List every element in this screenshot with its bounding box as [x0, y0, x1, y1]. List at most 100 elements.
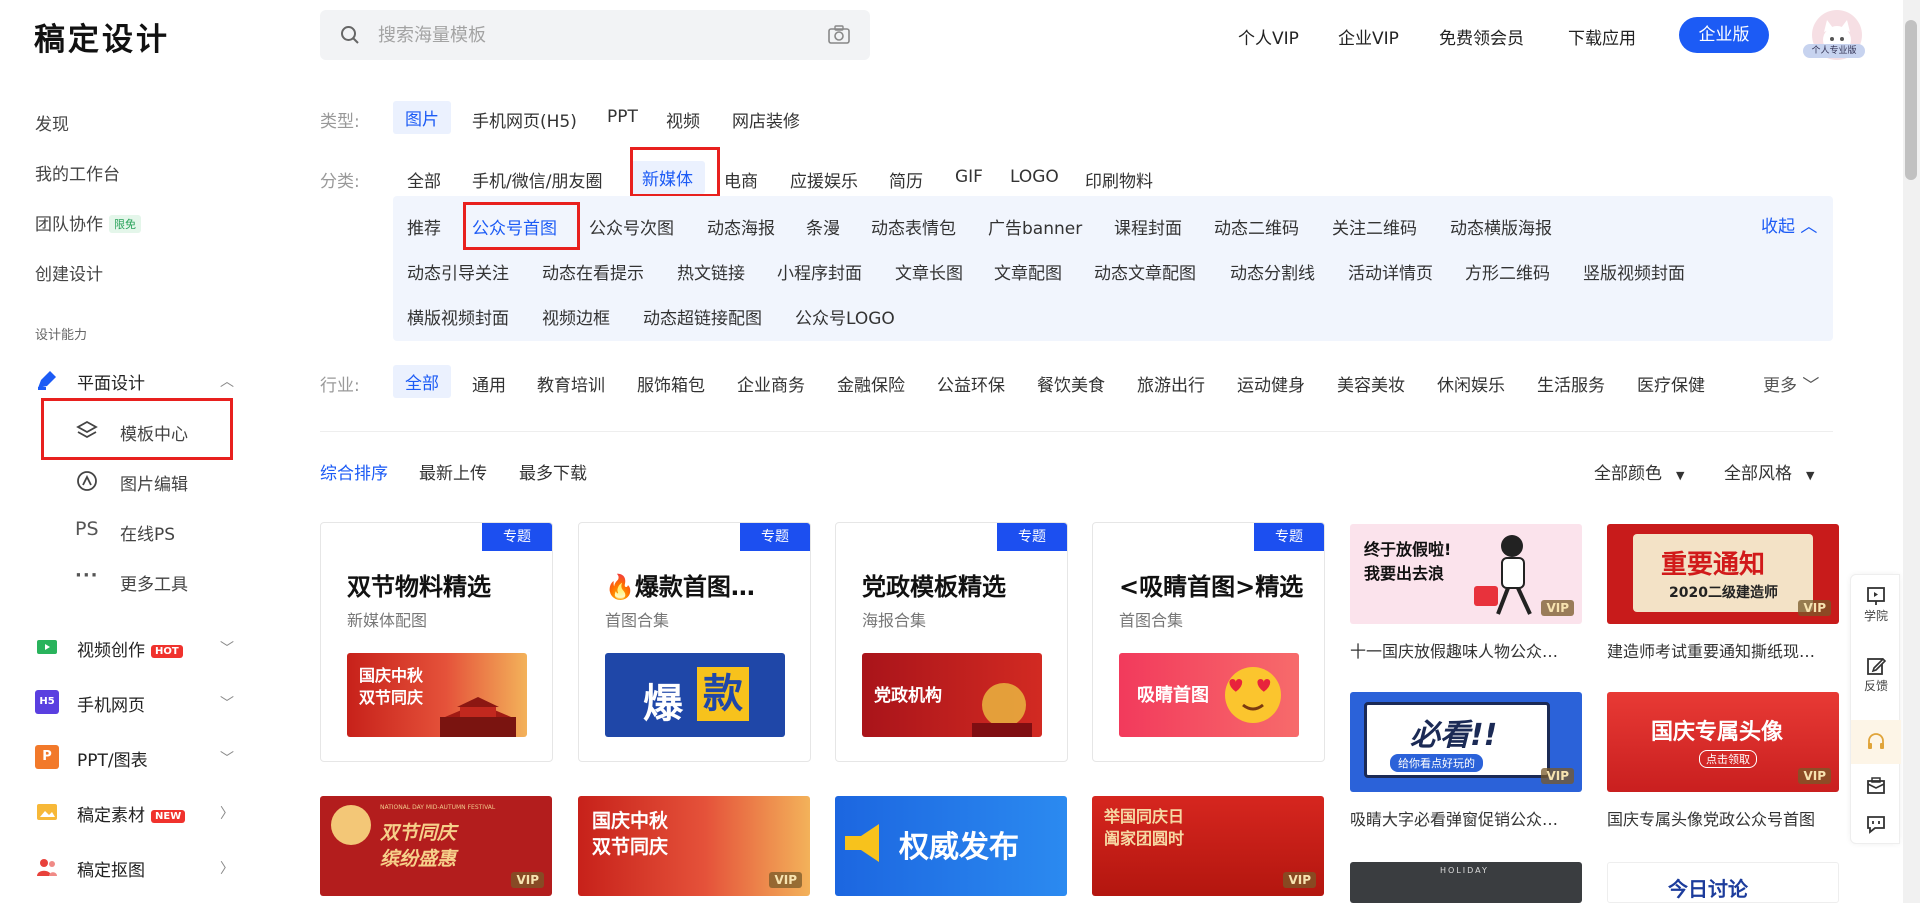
- camera-icon[interactable]: [828, 25, 850, 45]
- subcategory-chip[interactable]: 广告banner: [988, 214, 1082, 239]
- subcategory-chip[interactable]: 条漫: [806, 214, 840, 239]
- industry-chip[interactable]: 金融保险: [837, 371, 905, 396]
- type-chip-h5[interactable]: 手机网页(H5): [472, 107, 577, 132]
- industry-chip[interactable]: 旅游出行: [1137, 371, 1205, 396]
- sidebar-sub-more-tools[interactable]: ··· 更多工具: [75, 565, 225, 595]
- subcategory-chip[interactable]: 动态海报: [707, 214, 775, 239]
- subcategory-chip[interactable]: 动态横版海报: [1450, 214, 1552, 239]
- type-chip-video[interactable]: 视频: [666, 107, 700, 132]
- subcategory-chip[interactable]: 热文链接: [677, 259, 745, 284]
- sort-most-downloads[interactable]: 最多下载: [519, 459, 587, 484]
- subcategory-chip[interactable]: 文章配图: [994, 259, 1062, 284]
- nav-personal-vip[interactable]: 个人VIP: [1238, 24, 1299, 49]
- support-button[interactable]: [1851, 720, 1901, 764]
- category-chip-resume[interactable]: 简历: [889, 167, 923, 192]
- color-dropdown[interactable]: 全部颜色 ▼: [1594, 459, 1684, 484]
- nav-download-app[interactable]: 下载应用: [1568, 24, 1636, 49]
- template-tile[interactable]: 今日讨论: [1607, 862, 1839, 903]
- subcategory-chip[interactable]: 动态超链接配图: [643, 304, 762, 329]
- subcategory-chip[interactable]: 文章长图: [895, 259, 963, 284]
- sidebar-group-cutout[interactable]: 稿定抠图 〉: [35, 855, 235, 881]
- subcategory-chip[interactable]: 动态分割线: [1230, 259, 1315, 284]
- subcategory-chip[interactable]: 动态引导关注: [407, 259, 509, 284]
- scrollbar-thumb[interactable]: [1905, 20, 1917, 180]
- industry-chip[interactable]: 美容美妆: [1337, 371, 1405, 396]
- subcategory-chip[interactable]: 活动详情页: [1348, 259, 1433, 284]
- search-input[interactable]: [378, 20, 798, 50]
- template-card[interactable]: 必看!! 给你看点好玩的 VIP 吸睛大字必看弹窗促销公众…: [1350, 692, 1582, 830]
- category-chip-logo[interactable]: LOGO: [1010, 167, 1059, 187]
- industry-chip[interactable]: 教育培训: [537, 371, 605, 396]
- sort-newest[interactable]: 最新上传: [419, 459, 487, 484]
- industry-chip[interactable]: 公益环保: [937, 371, 1005, 396]
- category-chip-ecommerce[interactable]: 电商: [724, 167, 758, 192]
- sidebar-item-discover[interactable]: 发现: [35, 110, 69, 135]
- subcategory-chip[interactable]: 竖版视频封面: [1583, 259, 1685, 284]
- feature-card[interactable]: 专题 双节物料精选 新媒体配图 国庆中秋 双节同庆: [320, 522, 553, 762]
- message-button[interactable]: [1851, 775, 1901, 800]
- subcategory-chip[interactable]: 方形二维码: [1465, 259, 1550, 284]
- template-card[interactable]: 终于放假啦! 我要出去浪 VIP 十一国庆放假趣味人物公众…: [1350, 524, 1582, 662]
- nav-enterprise-vip[interactable]: 企业VIP: [1338, 24, 1399, 49]
- sidebar-item-team[interactable]: 团队协作 限免: [35, 210, 141, 235]
- subcategory-chip[interactable]: 动态文章配图: [1094, 259, 1196, 284]
- template-tile[interactable]: 举国同庆日 阖家团圆时 VIP: [1092, 796, 1324, 896]
- sidebar-sub-online-ps[interactable]: PS 在线PS: [75, 518, 225, 545]
- subcategory-chip[interactable]: 关注二维码: [1332, 214, 1417, 239]
- app-logo[interactable]: 稿定设计: [34, 14, 170, 59]
- sidebar-sub-image-edit[interactable]: 图片编辑: [75, 469, 225, 495]
- subcategory-chip[interactable]: 动态表情包: [871, 214, 956, 239]
- sort-comprehensive[interactable]: 综合排序: [320, 459, 388, 484]
- industry-chip[interactable]: 通用: [472, 371, 506, 396]
- category-chip-mobile[interactable]: 手机/微信/朋友圈: [472, 167, 602, 192]
- feedback-button[interactable]: 反馈: [1851, 655, 1901, 694]
- industry-chip[interactable]: 企业商务: [737, 371, 805, 396]
- subcategory-chip[interactable]: 视频边框: [542, 304, 610, 329]
- sidebar-group-assets[interactable]: 稿定素材 NEW 〉: [35, 800, 235, 826]
- category-chip-entertainment[interactable]: 应援娱乐: [790, 167, 858, 192]
- style-dropdown[interactable]: 全部风格 ▼: [1724, 459, 1814, 484]
- sidebar-group-ppt[interactable]: P PPT/图表 ﹀: [35, 745, 235, 771]
- subcategory-chip[interactable]: 公众号LOGO: [795, 304, 895, 329]
- sidebar-group-mobile-web[interactable]: H5 手机网页 ﹀: [35, 690, 235, 716]
- type-chip-shop[interactable]: 网店装修: [732, 107, 800, 132]
- type-chip-ppt[interactable]: PPT: [607, 107, 638, 127]
- industry-chip[interactable]: 运动健身: [1237, 371, 1305, 396]
- sidebar-group-graphic-design[interactable]: 平面设计 ︿: [35, 368, 235, 394]
- sidebar-item-create[interactable]: 创建设计: [35, 260, 103, 285]
- category-chip-gif[interactable]: GIF: [955, 167, 983, 187]
- industry-chip[interactable]: 医疗保健: [1637, 371, 1705, 396]
- subcategory-chip[interactable]: 动态在看提示: [542, 259, 644, 284]
- subcategory-chip[interactable]: 动态二维码: [1214, 214, 1299, 239]
- subcategory-chip[interactable]: 公众号次图: [589, 214, 674, 239]
- sidebar-item-workspace[interactable]: 我的工作台: [35, 160, 120, 185]
- subcategory-chip[interactable]: 课程封面: [1114, 214, 1182, 239]
- subcategory-chip[interactable]: 推荐: [407, 214, 441, 239]
- industry-chip[interactable]: 餐饮美食: [1037, 371, 1105, 396]
- collapse-button[interactable]: 收起 ︿: [1761, 212, 1817, 237]
- academy-button[interactable]: 学院: [1851, 585, 1901, 624]
- more-industries-button[interactable]: 更多 ﹀: [1763, 371, 1819, 396]
- enterprise-button[interactable]: 企业版: [1679, 17, 1769, 53]
- sidebar-group-video[interactable]: 视频创作 HOT ﹀: [35, 635, 235, 661]
- template-card[interactable]: 重要通知 2020二级建造师 VIP 建造师考试重要通知撕纸现…: [1607, 524, 1839, 662]
- category-chip-print[interactable]: 印刷物料: [1085, 167, 1153, 192]
- template-card[interactable]: 国庆专属头像 点击领取 VIP 国庆专属头像党政公众号首图: [1607, 692, 1839, 830]
- feature-card[interactable]: 专题 <吸睛首图>精选 首图合集 吸睛首图: [1092, 522, 1325, 762]
- nav-free-member[interactable]: 免费领会员: [1439, 24, 1524, 49]
- type-chip-image[interactable]: 图片: [393, 101, 451, 134]
- industry-chip[interactable]: 生活服务: [1537, 371, 1605, 396]
- chat-button[interactable]: [1851, 813, 1901, 838]
- feature-card[interactable]: 专题 党政模板精选 海报合集 党政机构: [835, 522, 1068, 762]
- template-tile[interactable]: 权威发布: [835, 796, 1067, 896]
- industry-chip-all[interactable]: 全部: [393, 365, 451, 398]
- category-chip-all[interactable]: 全部: [407, 167, 441, 192]
- template-tile[interactable]: HOLIDAY: [1350, 862, 1582, 903]
- subcategory-chip[interactable]: 小程序封面: [777, 259, 862, 284]
- industry-chip[interactable]: 休闲娱乐: [1437, 371, 1505, 396]
- template-tile[interactable]: NATIONAL DAY MID-AUTUMN FESTIVAL 双节同庆 缤纷…: [320, 796, 552, 896]
- subcategory-chip[interactable]: 横版视频封面: [407, 304, 509, 329]
- feature-card[interactable]: 专题 🔥爆款首图… 首图合集 爆 款: [578, 522, 811, 762]
- template-tile[interactable]: 国庆中秋 双节同庆 VIP: [578, 796, 810, 896]
- industry-chip[interactable]: 服饰箱包: [637, 371, 705, 396]
